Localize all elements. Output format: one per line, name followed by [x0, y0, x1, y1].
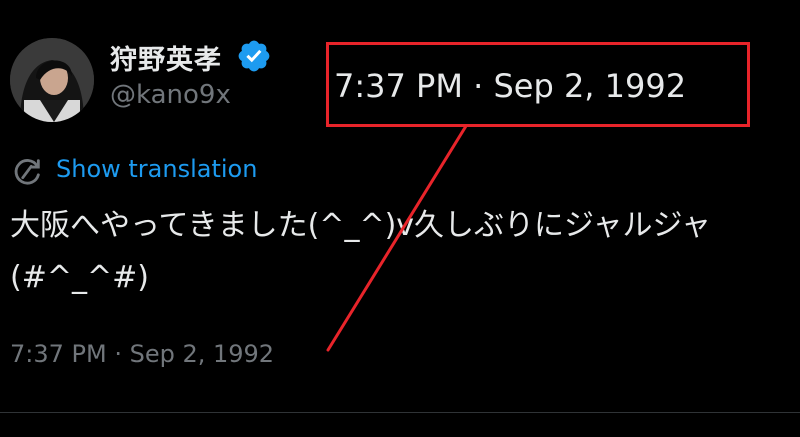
annotation-timestamp-text: 7:37 PM · Sep 2, 1992	[334, 67, 687, 105]
avatar-image	[10, 38, 94, 122]
avatar[interactable]	[10, 38, 94, 122]
translate-icon	[14, 159, 40, 185]
display-name[interactable]: 狩野英孝	[110, 38, 222, 77]
verified-badge-icon	[238, 40, 270, 72]
divider	[0, 412, 800, 413]
tweet-text: 大阪へやってきました(^_^)v久しぶりにジャルジャ (#^_^#)	[10, 200, 800, 304]
tweet-text-line: (#^_^#)	[10, 260, 149, 295]
show-translation-link[interactable]: Show translation	[56, 155, 257, 183]
tweet-text-line: 大阪へやってきました(^_^)v久しぶりにジャルジャ	[10, 208, 712, 243]
tweet: 狩野英孝 @kano9x Show translation 大阪へやってきました…	[0, 0, 800, 437]
user-handle[interactable]: @kano9x	[110, 80, 231, 110]
tweet-timestamp[interactable]: 7:37 PM · Sep 2, 1992	[10, 340, 274, 368]
